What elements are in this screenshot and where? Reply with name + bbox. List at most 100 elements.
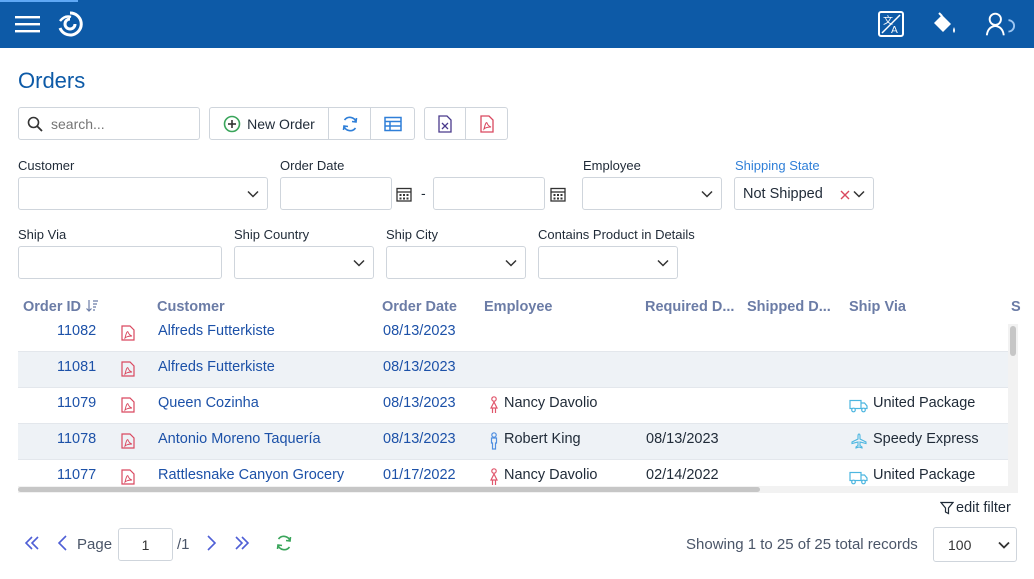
employee-cell: Robert King bbox=[504, 431, 581, 447]
column-header-order-id[interactable]: Order ID bbox=[23, 299, 99, 315]
loading-indicator bbox=[0, 0, 78, 2]
table-row[interactable]: 11082 Alfreds Futterkiste 08/13/2023 bbox=[18, 324, 1008, 351]
refresh-grid-icon[interactable] bbox=[274, 533, 294, 553]
column-header-customer[interactable]: Customer bbox=[157, 299, 225, 315]
customer-link[interactable]: Alfreds Futterkiste bbox=[158, 324, 275, 339]
column-header-partial[interactable]: S bbox=[1011, 299, 1021, 315]
export-pdf-button[interactable] bbox=[466, 108, 507, 139]
employee-cell: Nancy Davolio bbox=[504, 467, 598, 483]
ship-city-filter-label: Ship City bbox=[386, 227, 439, 242]
female-person-icon bbox=[490, 468, 498, 485]
vertical-scrollbar-thumb[interactable] bbox=[1010, 326, 1016, 356]
previous-page-icon[interactable] bbox=[53, 533, 73, 553]
customer-select[interactable] bbox=[18, 177, 268, 210]
table-row[interactable]: 11079 Queen Cozinha 08/13/2023 Nancy Dav… bbox=[18, 387, 1008, 423]
table-row[interactable]: 11081 Alfreds Futterkiste 08/13/2023 bbox=[18, 351, 1008, 387]
first-page-icon[interactable] bbox=[22, 533, 42, 553]
table-row[interactable]: 11077 Rattlesnake Canyon Grocery 01/17/2… bbox=[18, 459, 1008, 488]
customer-link[interactable]: Rattlesnake Canyon Grocery bbox=[158, 467, 344, 483]
export-group bbox=[424, 107, 508, 140]
order-id-link[interactable]: 11082 bbox=[57, 324, 96, 339]
shipping-state-filter-label: Shipping State bbox=[735, 158, 820, 173]
order-date-filter-label: Order Date bbox=[280, 158, 345, 173]
edit-filter-link[interactable]: edit filter bbox=[940, 500, 1011, 516]
search-input[interactable] bbox=[49, 114, 189, 133]
column-chooser-button[interactable] bbox=[371, 108, 414, 139]
order-date-cell: 08/13/2023 bbox=[383, 359, 456, 375]
table-row[interactable]: 11078 Antonio Moreno Taquería 08/13/2023… bbox=[18, 423, 1008, 459]
airplane-icon bbox=[851, 433, 867, 449]
column-header-shipped-date[interactable]: Shipped D... bbox=[747, 299, 831, 315]
employee-select[interactable] bbox=[582, 177, 722, 210]
hamburger-menu-icon[interactable] bbox=[12, 8, 44, 40]
shipping-state-select[interactable]: Not Shipped bbox=[734, 177, 874, 210]
employee-filter-label: Employee bbox=[583, 158, 641, 173]
new-order-button[interactable]: New Order bbox=[210, 108, 329, 139]
next-page-icon[interactable] bbox=[201, 533, 221, 553]
order-date-from-input[interactable] bbox=[280, 177, 392, 210]
grid-body: 11082 Alfreds Futterkiste 08/13/2023 110… bbox=[18, 324, 1020, 488]
user-account-icon[interactable] bbox=[984, 8, 1016, 40]
column-header-employee[interactable]: Employee bbox=[484, 299, 553, 315]
search-field[interactable] bbox=[18, 107, 200, 140]
vertical-scrollbar[interactable] bbox=[1008, 324, 1018, 488]
export-excel-button[interactable] bbox=[425, 108, 466, 139]
page-size-select[interactable]: 100 bbox=[933, 527, 1017, 562]
page-total: /1 bbox=[177, 536, 190, 553]
order-id-link[interactable]: 11078 bbox=[57, 431, 96, 447]
theme-paint-bucket-icon[interactable] bbox=[928, 8, 960, 40]
column-header-order-date[interactable]: Order Date bbox=[382, 299, 457, 315]
customer-link[interactable]: Antonio Moreno Taquería bbox=[158, 431, 321, 447]
chevron-down-icon bbox=[505, 259, 517, 267]
order-date-cell: 01/17/2022 bbox=[383, 467, 456, 483]
contains-product-select[interactable] bbox=[538, 246, 678, 279]
app-logo-icon[interactable] bbox=[54, 8, 86, 40]
order-date-to-input[interactable] bbox=[433, 177, 545, 210]
customer-link[interactable]: Alfreds Futterkiste bbox=[158, 359, 275, 375]
page-number-input[interactable] bbox=[118, 528, 173, 561]
sort-descending-icon bbox=[86, 300, 99, 312]
column-header-ship-via[interactable]: Ship Via bbox=[849, 299, 906, 315]
chevron-down-icon bbox=[998, 541, 1010, 549]
excel-file-icon bbox=[438, 114, 452, 133]
calendar-icon[interactable] bbox=[550, 186, 566, 202]
order-id-link[interactable]: 11077 bbox=[57, 467, 96, 483]
order-id-link[interactable]: 11081 bbox=[57, 359, 96, 375]
plus-circle-icon bbox=[223, 115, 241, 132]
ship-via-input[interactable] bbox=[18, 246, 222, 279]
horizontal-scrollbar-thumb[interactable] bbox=[18, 487, 760, 492]
chevron-down-icon bbox=[657, 259, 669, 267]
svg-text:A: A bbox=[891, 25, 898, 36]
order-id-link[interactable]: 11079 bbox=[57, 395, 96, 411]
page-label: Page bbox=[77, 536, 113, 553]
pdf-icon[interactable] bbox=[121, 397, 135, 413]
refresh-icon bbox=[342, 116, 357, 131]
last-page-icon[interactable] bbox=[232, 533, 252, 553]
order-date-cell: 08/13/2023 bbox=[383, 395, 456, 411]
ship-via-filter-label: Ship Via bbox=[18, 227, 67, 242]
customer-link[interactable]: Queen Cozinha bbox=[158, 395, 259, 411]
pdf-icon[interactable] bbox=[121, 325, 135, 341]
ship-via-cell: United Package bbox=[873, 395, 976, 411]
male-person-icon bbox=[490, 432, 498, 450]
shipping-state-value: Not Shipped bbox=[743, 185, 823, 202]
calendar-icon[interactable] bbox=[396, 186, 412, 202]
clear-selection-icon[interactable] bbox=[840, 190, 850, 200]
ship-country-select[interactable] bbox=[234, 246, 374, 279]
chevron-down-icon bbox=[853, 190, 865, 198]
ship-city-select[interactable] bbox=[386, 246, 526, 279]
pdf-icon[interactable] bbox=[121, 361, 135, 377]
edit-filter-label: edit filter bbox=[956, 500, 1011, 516]
female-person-icon bbox=[490, 396, 498, 413]
search-icon bbox=[27, 116, 43, 132]
refresh-button[interactable] bbox=[329, 108, 371, 139]
order-date-cell: 08/13/2023 bbox=[383, 431, 456, 447]
translate-icon[interactable]: 文 A bbox=[875, 8, 907, 40]
ship-via-cell: Speedy Express bbox=[873, 431, 979, 447]
pdf-icon[interactable] bbox=[121, 469, 135, 485]
chevron-down-icon bbox=[247, 190, 259, 198]
horizontal-scrollbar[interactable] bbox=[18, 486, 1018, 493]
column-header-required-date[interactable]: Required D... bbox=[645, 299, 734, 315]
pdf-icon[interactable] bbox=[121, 433, 135, 449]
grid-header: Order ID Customer Order Date Employee Re… bbox=[18, 295, 1034, 321]
